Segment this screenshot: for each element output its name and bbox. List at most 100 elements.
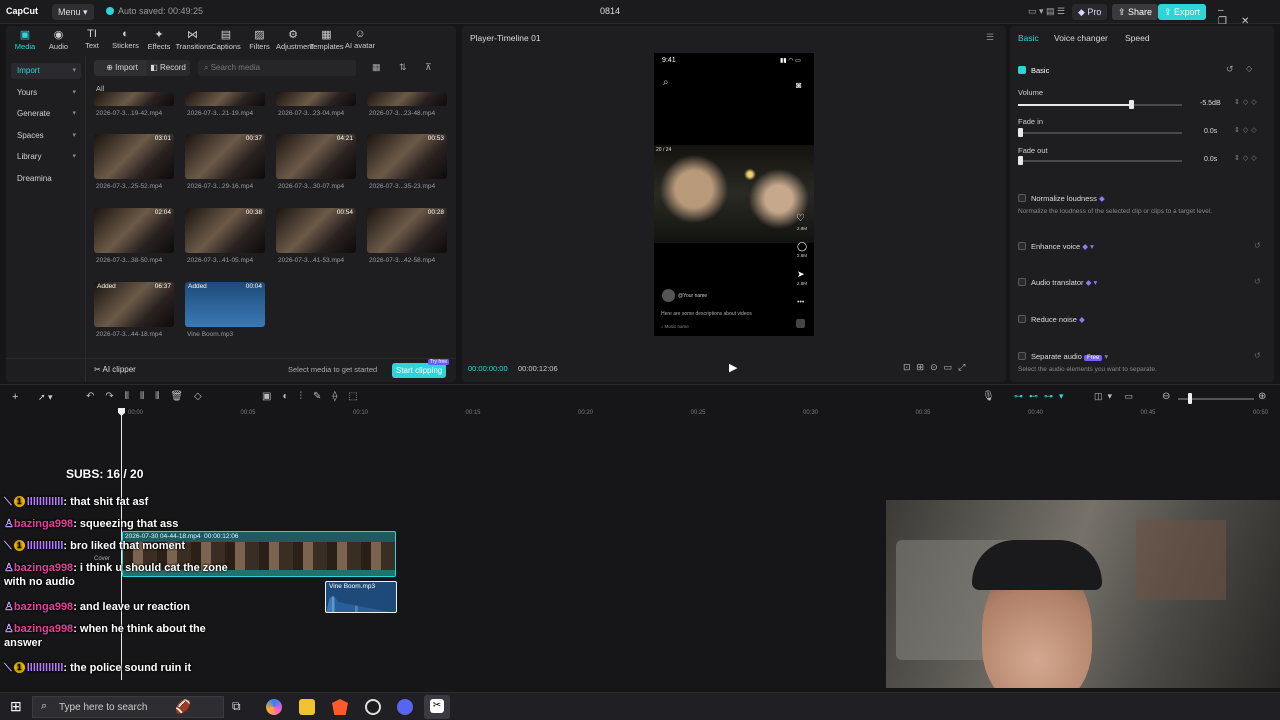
tab-voice-changer[interactable]: Voice changer bbox=[1054, 33, 1108, 43]
preview-axis-icons[interactable]: ◫▾ ▭ bbox=[1094, 391, 1138, 402]
start-clipping-button[interactable]: Start clipping bbox=[392, 363, 447, 378]
toolbar-tab-templates[interactable]: ▦ Templates bbox=[310, 28, 344, 51]
try-free-badge: Try free bbox=[428, 359, 450, 365]
enhance-reset-icon[interactable]: ↺ bbox=[1254, 241, 1261, 250]
separate-checkbox[interactable] bbox=[1018, 352, 1026, 360]
volume-knob[interactable] bbox=[1129, 100, 1135, 109]
fade-out-knob[interactable] bbox=[1018, 156, 1023, 165]
select-tool-icon[interactable]: ➚ ▾ bbox=[38, 392, 53, 403]
taskbar-search-input[interactable]: ⌕ Type here to search 🏈 bbox=[32, 696, 224, 718]
play-icon[interactable]: ▶ bbox=[729, 361, 737, 374]
volume-value[interactable]: -5.5dB bbox=[1200, 100, 1221, 107]
copilot-icon[interactable] bbox=[266, 699, 282, 715]
fade-out-stepper-icons[interactable]: ⇕◇◇ bbox=[1234, 154, 1260, 162]
media-thumbnail[interactable]: 00:53 bbox=[367, 134, 447, 179]
pro-button[interactable]: ◆ Pro bbox=[1072, 4, 1108, 20]
media-duration: 00:38 bbox=[245, 209, 262, 216]
chat-message: ♙bazinga998: squeezing that ass bbox=[4, 517, 234, 531]
media-thumbnail[interactable] bbox=[185, 92, 265, 106]
basic-checkbox[interactable] bbox=[1018, 66, 1026, 74]
sidebar-item-dreamina[interactable]: Dreamina bbox=[11, 171, 81, 187]
zoom-in-icon[interactable]: ⊕ bbox=[1258, 391, 1266, 402]
toolbar-tab-text[interactable]: TI Text bbox=[75, 28, 109, 50]
zoom-knob[interactable] bbox=[1188, 393, 1192, 404]
media-thumbnail[interactable] bbox=[276, 92, 356, 106]
toolbar-tab-transitions[interactable]: ⋈ Transitions bbox=[176, 28, 212, 51]
export-button[interactable]: ⇪ Export bbox=[1158, 4, 1207, 20]
media-thumbnail[interactable]: 06:37 Added bbox=[94, 282, 174, 327]
record-button[interactable]: ◧ Record bbox=[146, 60, 190, 76]
chevron-down-icon: ▾ bbox=[72, 67, 76, 74]
add-track-icon[interactable]: + bbox=[12, 391, 18, 403]
fade-in-stepper-icons[interactable]: ⇕◇◇ bbox=[1234, 126, 1260, 134]
media-thumbnail[interactable]: 02:04 bbox=[94, 208, 174, 253]
basic-section-title: Basic bbox=[1031, 66, 1050, 75]
toolbar-tab-audio[interactable]: ◉ Audio bbox=[42, 28, 76, 51]
media-search-input[interactable]: ⌕ Search media bbox=[198, 60, 356, 76]
player-menu-icon[interactable]: ☰ bbox=[986, 32, 994, 43]
clip-tools-icons[interactable]: ▣◐⫶✎⟠⬚ bbox=[262, 391, 369, 402]
file-explorer-icon[interactable] bbox=[299, 699, 315, 715]
edit-tools-icons[interactable]: ↶↷⫴⫴⫴🗑︎◇ bbox=[86, 391, 213, 402]
media-thumbnail[interactable]: 03:01 bbox=[94, 134, 174, 179]
media-thumbnail[interactable]: 04:21 bbox=[276, 134, 356, 179]
layout-icon[interactable]: ▭ ▾ ▤ ☰ bbox=[1028, 6, 1065, 17]
webcam-background-shelf bbox=[1136, 520, 1226, 600]
brave-browser-icon[interactable] bbox=[332, 699, 348, 715]
media-thumbnail[interactable] bbox=[94, 92, 174, 106]
volume-stepper-icons[interactable]: ⇕◇◇ bbox=[1234, 98, 1260, 106]
normalize-checkbox[interactable] bbox=[1018, 194, 1026, 202]
reset-icon[interactable]: ↺ bbox=[1226, 64, 1234, 75]
obs-icon[interactable] bbox=[365, 699, 381, 715]
media-thumbnail[interactable]: 00:37 bbox=[185, 134, 265, 179]
keyframe-icon[interactable]: ◇ bbox=[1246, 64, 1252, 73]
fade-out-slider[interactable] bbox=[1018, 160, 1182, 162]
toolbar-tab-filters[interactable]: ▨ Filters bbox=[243, 28, 277, 51]
toolbar-tab-adjustment[interactable]: ⚙ Adjustment bbox=[276, 28, 314, 51]
fade-out-value[interactable]: 0.0s bbox=[1204, 156, 1217, 163]
sidebar-item-library[interactable]: Library ▾ bbox=[11, 149, 81, 165]
capcut-taskbar-item[interactable]: ✂ bbox=[424, 695, 450, 719]
separate-reset-icon[interactable]: ↺ bbox=[1254, 351, 1261, 360]
normalize-text: Normalize loudness bbox=[1031, 194, 1097, 203]
zoom-out-icon[interactable]: ⊖ bbox=[1162, 391, 1170, 402]
translator-checkbox[interactable] bbox=[1018, 278, 1026, 286]
tab-speed[interactable]: Speed bbox=[1125, 33, 1150, 43]
media-thumbnail[interactable]: 00:28 bbox=[367, 208, 447, 253]
fade-in-value[interactable]: 0.0s bbox=[1204, 128, 1217, 135]
sidebar-item-import[interactable]: Import ▾ bbox=[11, 63, 81, 79]
media-thumbnail[interactable]: 00:04 Added bbox=[185, 282, 265, 327]
media-thumbnail[interactable]: 00:54 bbox=[276, 208, 356, 253]
ai-clipper-button[interactable]: ✂ AI clipper bbox=[94, 365, 136, 374]
toolbar-tab-captions[interactable]: ▤ Captions bbox=[209, 28, 243, 51]
toolbar-icon: ✦ bbox=[154, 29, 164, 41]
menu-button[interactable]: Menu ▾ bbox=[52, 4, 94, 20]
window-controls[interactable]: –❐✕ bbox=[1218, 5, 1280, 27]
translator-reset-icon[interactable]: ↺ bbox=[1254, 277, 1261, 286]
view-sort-filter-icons[interactable]: ▦ ⇅ ⊼ bbox=[372, 62, 440, 73]
fade-in-knob[interactable] bbox=[1018, 128, 1023, 137]
fade-in-slider[interactable] bbox=[1018, 132, 1182, 134]
toolbar-tab-ai-avatar[interactable]: ☺ AI avatar bbox=[343, 28, 377, 50]
microphone-icon[interactable]: 🎙︎ bbox=[982, 391, 995, 402]
media-thumbnail[interactable]: 00:38 bbox=[185, 208, 265, 253]
sidebar-item-spaces[interactable]: Spaces ▾ bbox=[11, 128, 81, 144]
discord-icon[interactable] bbox=[397, 699, 413, 715]
player-view-icons[interactable]: ⊡⊞⊙▭⤢ bbox=[903, 362, 971, 373]
share-button[interactable]: ⇪ Share bbox=[1112, 4, 1159, 20]
sidebar-item-yours[interactable]: Yours ▾ bbox=[11, 85, 81, 101]
toolbar-tab-effects[interactable]: ✦ Effects bbox=[142, 28, 176, 51]
audio-clip[interactable]: Vine Boom.mp3 bbox=[325, 581, 397, 613]
import-button[interactable]: ⊕ Import bbox=[94, 60, 150, 76]
enhance-checkbox[interactable] bbox=[1018, 242, 1026, 250]
timeline-ruler[interactable]: 00:00 00:05 00:10 00:15 00:20 00:25 00:30 00:35… bbox=[0, 408, 1280, 420]
task-view-icon[interactable]: ⧉ bbox=[232, 699, 248, 715]
reduce-noise-checkbox[interactable] bbox=[1018, 315, 1026, 323]
snap-link-icons[interactable]: ⊶⊷⊶▾ bbox=[1014, 391, 1070, 402]
sidebar-item-generate[interactable]: Generate ▾ bbox=[11, 106, 81, 122]
toolbar-tab-media[interactable]: ▣ Media bbox=[8, 28, 42, 51]
media-thumbnail[interactable] bbox=[367, 92, 447, 106]
tab-basic[interactable]: Basic bbox=[1018, 33, 1039, 43]
windows-start-icon[interactable]: ⊞ bbox=[10, 698, 22, 715]
toolbar-tab-stickers[interactable]: ◐ Stickers bbox=[109, 28, 143, 50]
